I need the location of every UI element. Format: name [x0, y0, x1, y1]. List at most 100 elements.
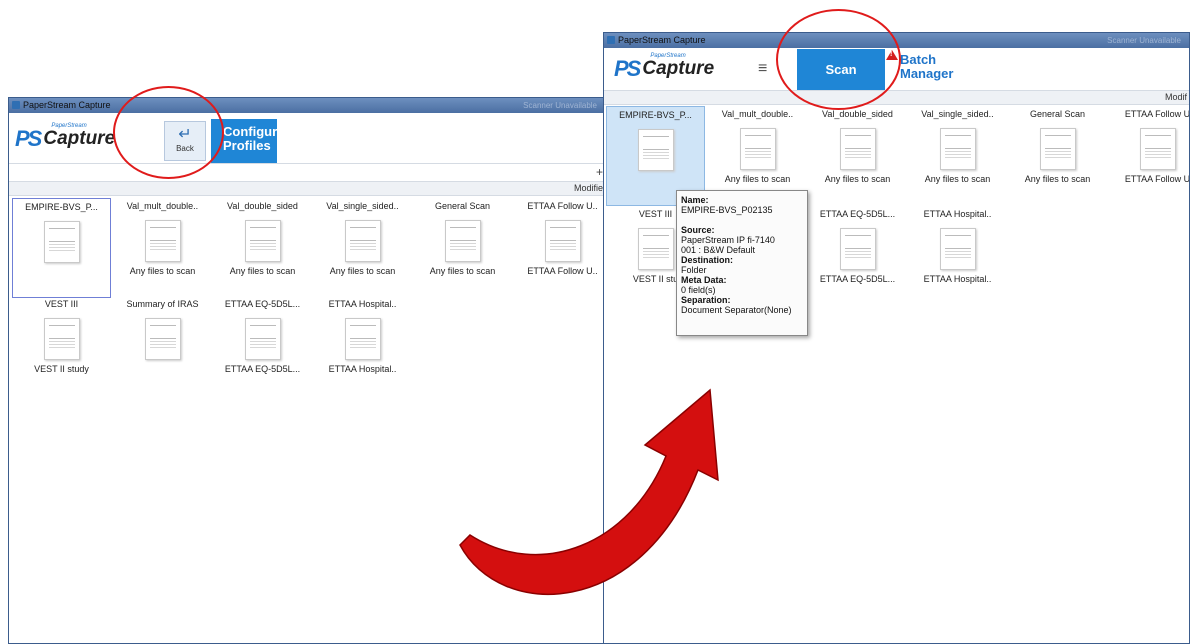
tooltip-source-profile: 001 : B&W Default [681, 245, 756, 255]
document-thumbnail-icon [43, 221, 80, 263]
document-thumbnail-icon [637, 129, 674, 171]
document-thumbnail-icon [739, 128, 776, 170]
profile-sub: Any files to scan [724, 174, 791, 184]
profile-tile[interactable]: ETTAA EQ-5D5L... ETTAA EQ-5D5L... [808, 206, 907, 306]
toolbar: PS PaperStream Capture ↵ Back Configure … [9, 113, 605, 163]
column-header: Modif [604, 90, 1189, 105]
tooltip-name-label: Name: [681, 195, 709, 205]
tooltip-source-value: PaperStream IP fi-7140 [681, 235, 775, 245]
back-highlight-circle [113, 86, 224, 179]
profile-name: ETTAA Follow U [1124, 109, 1190, 119]
configure-label-2: Profiles [223, 138, 271, 153]
document-thumbnail-icon [839, 228, 876, 270]
logo-product: Capture [642, 58, 715, 79]
profile-tile[interactable]: Val_single_sided.. Any files to scan [313, 198, 412, 298]
profile-tile[interactable]: ETTAA EQ-5D5L... ETTAA EQ-5D5L... [213, 296, 312, 396]
profile-sub: ETTAA EQ-5D5L... [224, 364, 301, 374]
document-thumbnail-icon [939, 228, 976, 270]
ps-logo-icon: PS [15, 126, 42, 151]
ps-logo-icon: PS [614, 56, 641, 81]
profile-tile[interactable]: ETTAA Hospital.. ETTAA Hospital.. [908, 206, 1007, 306]
profile-name: Val_double_sided [822, 109, 893, 119]
column-header: Modifie [9, 182, 605, 196]
profile-tile[interactable]: Val_single_sided.. Any files to scan [908, 106, 1007, 206]
profile-tile[interactable]: General Scan Any files to scan [1008, 106, 1107, 206]
profile-name: EMPIRE-BVS_P... [619, 110, 692, 120]
batch-label-2: Manager [900, 66, 954, 81]
profile-sub [607, 175, 704, 187]
profile-name: ETTAA EQ-5D5L... [819, 209, 896, 219]
profile-name: Val_mult_double.. [126, 201, 199, 211]
modified-header[interactable]: Modif [1165, 92, 1187, 102]
hamburger-icon[interactable]: ≡ [758, 60, 767, 78]
configure-label-1: Configure [223, 124, 285, 139]
profile-tile[interactable]: ETTAA Follow U ETTAA Follow U [1108, 106, 1190, 206]
profile-sub: Any files to scan [924, 174, 991, 184]
profile-sub: Any files to scan [329, 266, 396, 276]
document-thumbnail-icon [344, 318, 381, 360]
scanner-status: Scanner Unavailable [523, 101, 597, 110]
profile-tile[interactable]: ETTAA Hospital.. ETTAA Hospital.. [313, 296, 412, 396]
tooltip-meta-label: Meta Data: [681, 275, 727, 285]
batch-manager-button[interactable]: Batch Manager [900, 53, 953, 81]
document-thumbnail-icon [144, 318, 181, 360]
profile-name: General Scan [434, 201, 491, 211]
profile-sub: Any files to scan [824, 174, 891, 184]
profile-sub: Any files to scan [229, 266, 296, 276]
profile-sub: ETTAA Follow U.. [527, 266, 598, 276]
scan-highlight-circle [776, 9, 901, 110]
profile-toolbar: + [9, 163, 605, 182]
tooltip-source-label: Source: [681, 225, 715, 235]
profile-name: General Scan [1029, 109, 1086, 119]
profile-tile[interactable]: VEST III VEST II study [12, 296, 111, 396]
document-thumbnail-icon [1039, 128, 1076, 170]
profile-sub: VEST II study [34, 364, 89, 374]
profile-name: Summary of IRAS [126, 299, 199, 309]
document-thumbnail-icon [1139, 128, 1176, 170]
tooltip-destination-label: Destination: [681, 255, 734, 265]
tooltip-name-value: EMPIRE-BVS_P02135 [681, 205, 773, 215]
profile-tile[interactable]: Val_double_sided Any files to scan [213, 198, 312, 298]
tooltip-destination-value: Folder [681, 265, 707, 275]
profile-sub: Any files to scan [1024, 174, 1091, 184]
document-thumbnail-icon [839, 128, 876, 170]
profile-name: Val_double_sided [227, 201, 298, 211]
profile-name: ETTAA Hospital.. [328, 299, 397, 309]
profile-name: ETTAA Hospital.. [923, 209, 992, 219]
document-thumbnail-icon [344, 220, 381, 262]
document-thumbnail-icon [244, 220, 281, 262]
profile-tile[interactable]: Summary of IRAS [113, 296, 212, 396]
profile-tile[interactable]: EMPIRE-BVS_P... [12, 198, 111, 298]
profile-sub [113, 364, 212, 376]
profile-sub: Any files to scan [429, 266, 496, 276]
document-thumbnail-icon [43, 318, 80, 360]
scanner-status: Scanner Unavailable [1107, 36, 1181, 45]
profile-name: EMPIRE-BVS_P... [25, 202, 98, 212]
profile-tile[interactable]: Val_double_sided Any files to scan [808, 106, 907, 206]
window-title: PaperStream Capture [23, 100, 111, 110]
profile-name: Val_single_sided.. [326, 201, 399, 211]
profile-tooltip: Name: EMPIRE-BVS_P02135 Source: PaperStr… [676, 190, 808, 336]
profile-tile[interactable]: ETTAA Follow U.. ETTAA Follow U.. [513, 198, 605, 298]
tooltip-meta-value: 0 field(s) [681, 285, 716, 295]
profile-sub: ETTAA Follow U [1124, 174, 1190, 184]
logo-product: Capture [43, 128, 116, 149]
profile-sub [13, 267, 110, 279]
app-icon [12, 101, 20, 109]
document-thumbnail-icon [637, 228, 674, 270]
curved-arrow-icon [459, 388, 719, 595]
profile-tile[interactable]: Val_mult_double.. Any files to scan [113, 198, 212, 298]
logo-brand: PaperStream [650, 53, 686, 59]
profile-tile[interactable]: General Scan Any files to scan [413, 198, 512, 298]
logo-brand: PaperStream [51, 123, 87, 129]
profile-name: VEST III [44, 299, 79, 309]
profile-sub: ETTAA EQ-5D5L... [819, 274, 896, 284]
profile-sub: Any files to scan [129, 266, 196, 276]
profile-sub: ETTAA Hospital.. [328, 364, 397, 374]
tooltip-separation-value: Document Separator(None) [681, 305, 792, 315]
title-bar: PaperStream Capture Scanner Unavailable [9, 98, 605, 113]
app-logo: PS PaperStream Capture [15, 123, 116, 152]
plus-icon[interactable]: + [596, 165, 603, 179]
document-thumbnail-icon [444, 220, 481, 262]
modified-header[interactable]: Modifie [574, 183, 603, 193]
